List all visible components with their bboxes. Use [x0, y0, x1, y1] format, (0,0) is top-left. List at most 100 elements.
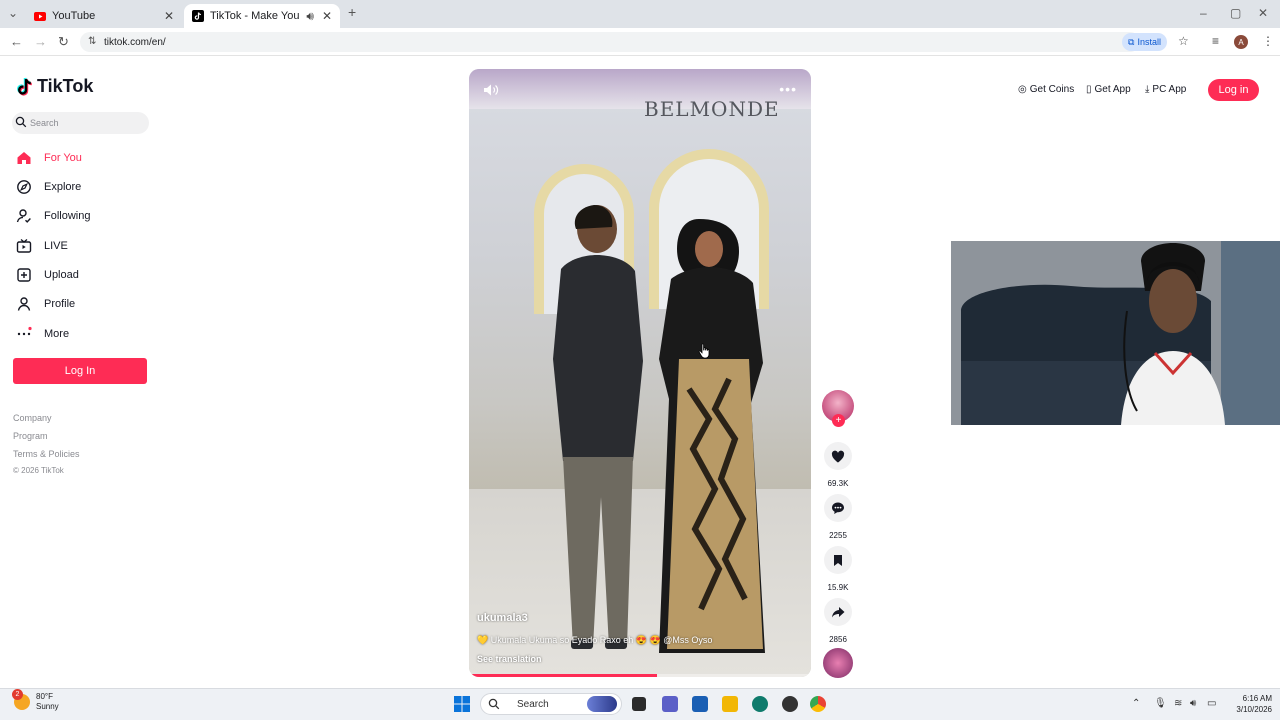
nav-upload[interactable]: Upload [16, 267, 79, 283]
footer-link-program[interactable]: Program [13, 431, 48, 441]
taskbar-search[interactable]: Search [480, 693, 622, 715]
bookmark-star-icon[interactable]: ☆ [1178, 34, 1189, 48]
new-tab-button[interactable]: + [348, 4, 356, 20]
coin-icon: ◎ [1018, 84, 1027, 95]
phone-icon: ▯ [1086, 84, 1092, 95]
back-icon[interactable]: ← [10, 34, 23, 49]
save-count: 15.9K [827, 583, 849, 592]
teams-icon[interactable] [662, 696, 678, 712]
more-options-icon[interactable]: ••• [779, 81, 797, 97]
tab-title: YouTube [52, 10, 96, 22]
live-icon [16, 238, 32, 254]
comment-count: 2255 [829, 531, 847, 540]
video-username[interactable]: ukumala3 [477, 612, 528, 624]
venue-sign: BELMONDE [644, 97, 780, 121]
minimize-button[interactable]: – [1200, 6, 1207, 20]
footer-link-terms[interactable]: Terms & Policies [13, 449, 80, 459]
url-text: tiktok.com/en/ [104, 36, 166, 48]
chrome-icon[interactable] [810, 696, 826, 712]
see-translation-link[interactable]: See translation [477, 654, 542, 664]
maximize-button[interactable]: ▢ [1230, 6, 1241, 20]
tab-close-icon[interactable]: ✕ [164, 9, 174, 23]
tab-tiktok[interactable]: TikTok - Make Your Day 🔊︎ ✕ [184, 4, 340, 28]
site-info-icon[interactable]: ⇅ [88, 36, 96, 47]
video-progress-bar[interactable] [469, 674, 811, 677]
task-view-icon[interactable] [632, 697, 646, 711]
save-button[interactable]: 15.9K [822, 546, 854, 592]
nav-following[interactable]: Following [16, 208, 90, 224]
file-explorer-icon[interactable] [722, 696, 738, 712]
notification-badge: 2 [12, 689, 23, 700]
copilot-icon[interactable] [752, 696, 768, 712]
nav-explore[interactable]: Explore [16, 179, 81, 195]
bookmark-icon [824, 546, 852, 574]
weather-temp: 80°F [36, 692, 53, 701]
forward-icon[interactable]: → [34, 34, 47, 49]
nav-profile[interactable]: Profile [16, 296, 75, 312]
video-progress-fill [469, 674, 658, 677]
webcam-scene [951, 241, 1280, 425]
search-input[interactable]: Search [12, 112, 149, 134]
share-button[interactable]: 2856 [822, 598, 854, 644]
pc-app-button[interactable]: ⤓ PC App [1145, 84, 1186, 95]
search-icon [15, 116, 27, 128]
install-icon: ⧉ [1128, 36, 1135, 47]
taskbar-clock[interactable]: 6:16 AM 3/10/2026 [1222, 693, 1272, 715]
get-coins-button[interactable]: ◎ Get Coins [1018, 84, 1074, 95]
tab-youtube[interactable]: YouTube ✕ [26, 4, 182, 28]
speaker-icon[interactable]: 🔊︎ [306, 9, 314, 24]
search-placeholder: Search [30, 118, 59, 128]
clock-date: 3/10/2026 [1236, 705, 1272, 714]
get-app-button[interactable]: ▯ Get App [1086, 84, 1131, 95]
clock-time: 6:16 AM [1242, 694, 1272, 703]
music-disc-avatar[interactable] [823, 648, 853, 678]
compass-icon [16, 179, 32, 195]
weather-widget[interactable]: 2 80°F Sunny [12, 689, 59, 712]
person-woman [659, 219, 765, 653]
video-player[interactable]: BELMONDE ••• ukumala3 💛 Ukumala Ukuma so… [469, 69, 811, 677]
volume-icon[interactable]: 🔊︎ [1190, 698, 1196, 709]
tiktok-logo[interactable]: TikTok [16, 76, 93, 97]
nav-live[interactable]: LIVE [16, 238, 68, 254]
weather-desc: Sunny [36, 702, 59, 711]
comment-button[interactable]: 2255 [822, 494, 854, 540]
battery-icon[interactable]: ▭ [1207, 698, 1216, 709]
sidebar-login-button[interactable]: Log In [13, 358, 147, 384]
reload-icon[interactable]: ↻ [58, 34, 69, 50]
install-button[interactable]: ⧉ Install [1122, 33, 1167, 51]
tiktok-icon [192, 10, 204, 22]
nav-more[interactable]: More [16, 326, 69, 342]
upload-icon [16, 267, 32, 283]
nav-label: LIVE [44, 240, 68, 252]
nav-label: Upload [44, 269, 79, 281]
like-button[interactable]: 69.3K [822, 442, 854, 488]
speaker-icon[interactable] [483, 83, 499, 97]
nav-label: For You [44, 152, 82, 164]
home-icon [16, 150, 32, 166]
address-bar-row: ← → ↻ ⇅ tiktok.com/en/ [0, 28, 1280, 56]
store-icon[interactable] [692, 696, 708, 712]
hand-cursor-icon [698, 343, 710, 359]
tray-overflow-icon[interactable]: ⌃ [1132, 698, 1140, 709]
windows-start-icon[interactable] [454, 696, 470, 712]
following-icon [16, 208, 32, 224]
url-field[interactable]: ⇅ tiktok.com/en/ [80, 32, 1140, 52]
tab-close-icon[interactable]: ✕ [322, 9, 332, 23]
top-login-button[interactable]: Log in [1208, 79, 1259, 101]
footer-link-company[interactable]: Company [13, 413, 52, 423]
webcam-overlay [951, 241, 1280, 425]
nav-for-you[interactable]: For You [16, 150, 82, 166]
chrome-menu-icon[interactable]: ⋮ [1262, 34, 1274, 48]
profile-avatar[interactable]: A [1234, 35, 1248, 49]
copyright: © 2026 TikTok [13, 466, 64, 475]
close-window-button[interactable]: ✕ [1258, 6, 1268, 20]
person-man [553, 205, 643, 649]
follow-plus-icon[interactable]: + [832, 414, 845, 427]
download-icon: ⤓ [1145, 84, 1150, 95]
app-icon[interactable] [782, 696, 798, 712]
youtube-icon [34, 10, 46, 22]
reading-list-icon[interactable]: ≡ [1212, 34, 1219, 48]
tab-search-icon[interactable]: ⌄ [8, 6, 18, 20]
wifi-icon[interactable]: ≋ [1174, 698, 1182, 709]
microphone-icon[interactable]: 🎙︎ [1154, 698, 1167, 709]
